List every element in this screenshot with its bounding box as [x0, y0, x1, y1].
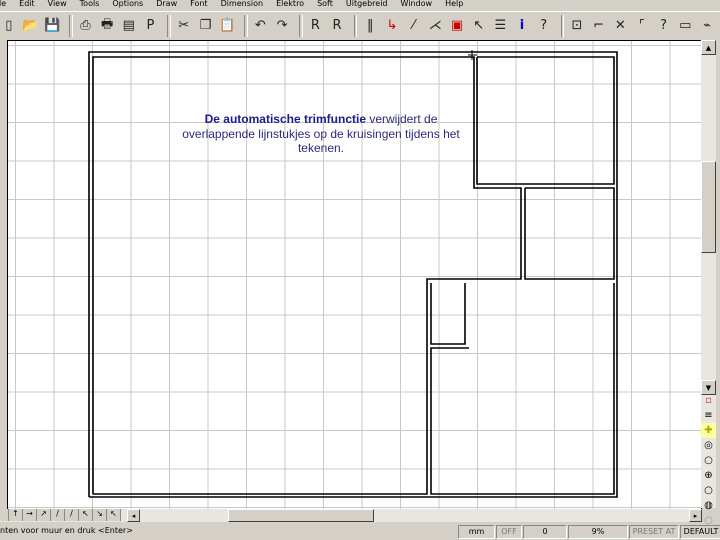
menu-window[interactable]: Window	[401, 0, 433, 8]
zoom-window-icon[interactable]: ⊡	[568, 15, 586, 37]
copy-icon[interactable]: ❐	[197, 15, 215, 37]
menu-options[interactable]: Options	[112, 0, 143, 8]
zoom-toolbar: ▫ ≡ ✚ ◎ ○ ⊕ ○ ◍ ○	[701, 393, 716, 528]
message-bold: De automatische trimfunctie	[204, 112, 366, 126]
draw-direction-tab[interactable]: →	[23, 509, 37, 521]
zoom-window-icon[interactable]: ◍	[701, 498, 716, 513]
new-r-icon[interactable]: R	[307, 15, 325, 37]
status-snap: OFF	[496, 525, 522, 539]
pick-icon[interactable]: ↖	[470, 15, 488, 37]
status-bar: nten voor muur en druk <Enter> mm OFF 0 …	[0, 524, 720, 540]
menu-dimension[interactable]: Dimension	[221, 0, 264, 8]
status-unit: mm	[458, 525, 495, 539]
menu-font[interactable]: Font	[190, 0, 207, 8]
left-toolbar	[0, 40, 6, 510]
menu-uitgebreid[interactable]: Uitgebreid	[346, 0, 388, 8]
menu-view[interactable]: View	[48, 0, 67, 8]
select-box-icon[interactable]: ▣	[448, 15, 466, 37]
inner-wall-line	[430, 283, 615, 495]
lines-icon[interactable]: ≡	[701, 408, 716, 423]
help-pointer-icon[interactable]: ?	[535, 15, 553, 37]
toolbar-separator	[298, 14, 303, 37]
draw-direction-tab[interactable]: ↖	[107, 509, 121, 521]
toggle-icon[interactable]: ⌁	[698, 15, 716, 37]
display-icon[interactable]: ▭	[676, 15, 694, 37]
cut-icon[interactable]: ✂	[175, 15, 193, 37]
status-value: 0	[523, 525, 567, 539]
toolbar-separator	[560, 14, 565, 37]
wall-double-icon[interactable]: ‖	[361, 15, 379, 37]
snap-cross-icon[interactable]: ✚	[701, 423, 716, 438]
print-preview-icon[interactable]: 🖶	[98, 15, 116, 37]
horizontal-scroll-thumb[interactable]	[228, 509, 374, 522]
properties-icon[interactable]: P	[142, 15, 160, 37]
trim-info-text: De automatische trimfunctie verwijdert d…	[181, 112, 461, 156]
preview-page-icon[interactable]: ▤	[120, 15, 138, 37]
redo-icon[interactable]: ↷	[273, 15, 291, 37]
save-icon[interactable]: 💾	[43, 15, 61, 37]
question-icon[interactable]: ?	[655, 15, 673, 37]
draw-direction-tab[interactable]: ↗	[37, 509, 51, 521]
draw-direction-tab[interactable]: /	[65, 509, 79, 521]
menu-bar: le Edit View Tools Options Draw Font Dimension E…	[0, 0, 720, 10]
scroll-right-button[interactable]: ▸	[689, 509, 702, 522]
status-prompt: nten voor muur en druk <Enter>	[0, 526, 133, 535]
inner-wall-line	[476, 56, 615, 185]
snap-icon[interactable]: ⌐	[590, 15, 608, 37]
scroll-left-button[interactable]: ◂	[127, 509, 140, 522]
new-icon[interactable]: ▯	[0, 15, 18, 37]
scroll-thumb[interactable]	[701, 161, 716, 253]
open-folder-icon[interactable]: 📂	[22, 15, 40, 37]
print-icon[interactable]: ⎙	[77, 15, 95, 37]
draw-direction-tab[interactable]: ↑	[9, 509, 23, 521]
inner-wall-line	[430, 283, 466, 345]
status-preset: PRESET AT	[629, 525, 679, 539]
menu-soft[interactable]: Soft	[317, 0, 333, 8]
toolbar-separator	[69, 14, 73, 37]
toolbar-separator	[243, 14, 248, 37]
trim-icon[interactable]: ⋌	[426, 15, 444, 37]
undo-icon[interactable]: ↶	[252, 15, 270, 37]
info-icon[interactable]: i	[513, 15, 531, 37]
toolbar-separator	[167, 14, 171, 37]
scroll-up-button[interactable]: ▲	[701, 40, 716, 55]
zoom-all-icon[interactable]: ◎	[701, 438, 716, 453]
menu-help[interactable]: Help	[445, 0, 463, 8]
menu-tools[interactable]: Tools	[80, 0, 100, 8]
corner-icon[interactable]: ⌜	[633, 15, 651, 37]
line-angle-icon[interactable]: ↳	[383, 15, 401, 37]
paste-icon[interactable]: 📋	[218, 15, 236, 37]
layer-icon[interactable]: ▫	[701, 393, 716, 408]
inner-wall-line	[524, 187, 615, 280]
draw-direction-tab[interactable]: ↖	[79, 509, 93, 521]
menu-edit[interactable]: Edit	[19, 0, 35, 8]
drawing-canvas[interactable]: De automatische trimfunctie verwijdert d…	[7, 40, 702, 510]
status-layer: DEFAULT	[680, 525, 720, 539]
toolbar-separator	[353, 14, 358, 37]
close-x-icon[interactable]: ✕	[611, 15, 629, 37]
line-node-icon[interactable]: ⁄	[405, 15, 423, 37]
draw-direction-tab[interactable]: /	[51, 509, 65, 521]
zoom-icon[interactable]: ○	[701, 453, 716, 468]
open-r-icon[interactable]: R	[328, 15, 346, 37]
menu-elektro[interactable]: Elektro	[276, 0, 304, 8]
zoom-previous-icon[interactable]: ○	[701, 483, 716, 498]
spacer	[0, 509, 9, 521]
layers-icon[interactable]: ☰	[491, 15, 509, 37]
menu-draw[interactable]: Draw	[156, 0, 177, 8]
draw-direction-tab[interactable]: ↘	[93, 509, 107, 521]
zoom-in-icon[interactable]: ⊕	[701, 468, 716, 483]
toolbar: ▯ 📂 💾 ⎙ 🖶 ▤ P ✂ ❐ 📋 ↶ ↷ R R ‖ ↳ ⁄ ⋌ ▣ ↖ ☰ i? ⊡ ⌐ ✕ ⌜? ▭ ⌁	[0, 11, 720, 39]
menu-le[interactable]: le	[0, 0, 6, 8]
status-zoom: 9%	[568, 525, 628, 539]
